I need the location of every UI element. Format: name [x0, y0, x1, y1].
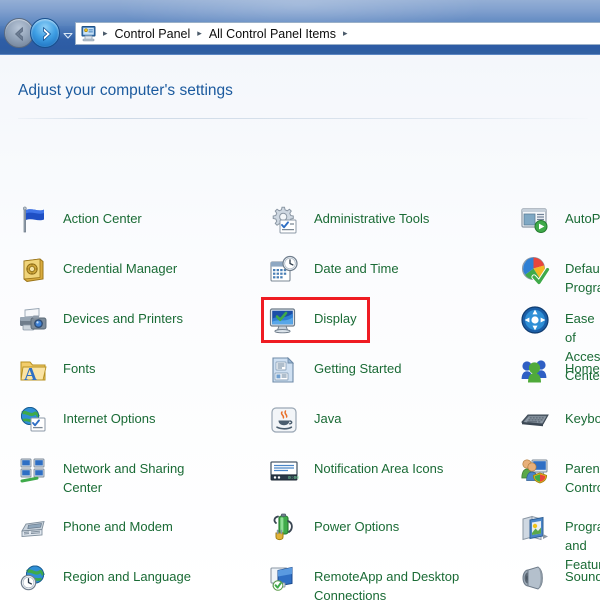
monitor-icon	[268, 304, 300, 336]
control-panel-items-grid: Action Center Credential Manager Devices a…	[0, 140, 600, 600]
control-panel-item-label: Power Options	[314, 519, 400, 534]
forward-button[interactable]	[30, 18, 60, 48]
control-panel-item-label: Sound	[565, 569, 600, 584]
control-panel-item-label: Getting Started	[314, 361, 402, 376]
control-panel-item[interactable]: Keyboard	[519, 404, 600, 448]
control-panel-item[interactable]: Default Programs	[519, 254, 600, 298]
battery-plug-icon	[268, 512, 300, 544]
default-programs-icon	[519, 254, 551, 286]
svg-text:0:00: 0:00	[288, 475, 299, 481]
control-panel-item-label: Default Programs	[565, 261, 600, 295]
calendar-clock-icon	[268, 254, 300, 286]
vault-icon	[17, 254, 49, 286]
control-panel-item[interactable]: Administrative Tools	[268, 204, 429, 248]
phone-modem-icon	[17, 512, 49, 544]
control-panel-item[interactable]: HomeGroup	[519, 354, 600, 398]
control-panel-item-label: Phone and Modem	[63, 519, 173, 534]
breadcrumb-separator-2[interactable]: ▸	[337, 29, 354, 38]
homegroup-icon	[519, 354, 551, 386]
ease-of-access-icon	[519, 304, 551, 336]
control-panel-item-label: AutoPlay	[565, 211, 600, 226]
control-panel-item[interactable]: 0:00 Notification Area Icons	[268, 454, 443, 498]
control-panel-item-label: Parental Controls	[565, 461, 600, 495]
control-panel-item-label: Credential Manager	[63, 261, 178, 276]
control-panel-icon	[80, 25, 97, 42]
control-panel-item-label: RemoteApp and Desktop Connections	[314, 569, 460, 600]
control-panel-item[interactable]: Phone and Modem	[17, 512, 173, 556]
globe-clock-icon	[17, 562, 49, 594]
control-panel-item[interactable]: RemoteApp and Desktop Connections	[268, 562, 459, 600]
printer-camera-icon	[17, 304, 49, 336]
control-panel-item[interactable]: Region and Language	[17, 562, 191, 600]
control-panel-item[interactable]: Date and Time	[268, 254, 399, 298]
remoteapp-icon	[268, 562, 300, 594]
control-panel-item-label: Java	[314, 411, 342, 426]
control-panel-item-label: Keyboard	[565, 411, 600, 426]
recent-pages-dropdown-button[interactable]	[62, 28, 74, 40]
svg-text:A: A	[24, 364, 37, 384]
control-panel-window: ▸ Control Panel ▸ All Control Panel Item…	[0, 0, 600, 600]
control-panel-item-label: Display	[314, 311, 357, 326]
parental-controls-icon	[519, 454, 551, 486]
breadcrumb-separator-1[interactable]: ▸	[191, 29, 208, 38]
chevron-down-icon	[63, 32, 73, 39]
autoplay-icon	[519, 204, 551, 236]
keyboard-icon	[519, 404, 551, 436]
breadcrumb-separator-0: ▸	[103, 28, 108, 38]
control-panel-item[interactable]: Credential Manager	[17, 254, 177, 298]
getting-started-icon	[268, 354, 300, 386]
speaker-icon	[519, 562, 551, 594]
control-panel-item-label: Administrative Tools	[314, 211, 430, 226]
address-bar[interactable]: ▸ Control Panel ▸ All Control Panel Item…	[75, 22, 600, 45]
control-panel-item[interactable]: A Fonts	[17, 354, 96, 398]
forward-arrow-icon	[43, 27, 51, 41]
control-panel-item-label: Action Center	[63, 211, 142, 226]
control-panel-item[interactable]: AutoPlay	[519, 204, 600, 248]
control-panel-item[interactable]: Java	[268, 404, 341, 448]
java-icon	[268, 404, 300, 436]
control-panel-item-label: Fonts	[63, 361, 96, 376]
control-panel-item-label: Internet Options	[63, 411, 156, 426]
control-panel-item[interactable]: Display	[261, 297, 370, 343]
navigation-buttons	[4, 18, 73, 48]
breadcrumb-item-all-control-panel-items[interactable]: All Control Panel Items	[208, 27, 337, 41]
control-panel-item[interactable]: Devices and Printers	[17, 304, 183, 348]
page-title: Adjust your computer's settings	[18, 82, 233, 99]
notification-area-icon: 0:00	[268, 454, 300, 486]
control-panel-item-label: Region and Language	[63, 569, 191, 584]
gear-checklist-icon	[268, 204, 300, 236]
control-panel-item-label: Date and Time	[314, 261, 399, 276]
control-panel-item[interactable]: Internet Options	[17, 404, 156, 448]
globe-checklist-icon	[17, 404, 49, 436]
flag-icon	[17, 204, 49, 236]
control-panel-item[interactable]: Network and Sharing Center	[17, 454, 184, 498]
control-panel-item[interactable]: Sound	[519, 562, 600, 600]
network-icon	[17, 454, 49, 486]
breadcrumb-item-control-panel[interactable]: Control Panel	[114, 27, 192, 41]
content-area: Adjust your computer's settings Action C…	[0, 55, 600, 600]
control-panel-item[interactable]: Power Options	[268, 512, 399, 556]
control-panel-item[interactable]: Programs and Features	[519, 512, 600, 572]
control-panel-item-label: Notification Area Icons	[314, 461, 444, 476]
control-panel-item[interactable]: Ease of Access Center	[519, 304, 600, 383]
heading-divider	[18, 118, 588, 119]
control-panel-item[interactable]: Action Center	[17, 204, 142, 248]
control-panel-item[interactable]: Parental Controls	[519, 454, 600, 498]
programs-features-icon	[519, 512, 551, 544]
control-panel-item-label: HomeGroup	[565, 361, 600, 376]
control-panel-item-label: Devices and Printers	[63, 311, 183, 326]
fonts-folder-icon: A	[17, 354, 49, 386]
control-panel-item[interactable]: Getting Started	[268, 354, 401, 398]
control-panel-item-label: Network and Sharing Center	[63, 461, 185, 495]
